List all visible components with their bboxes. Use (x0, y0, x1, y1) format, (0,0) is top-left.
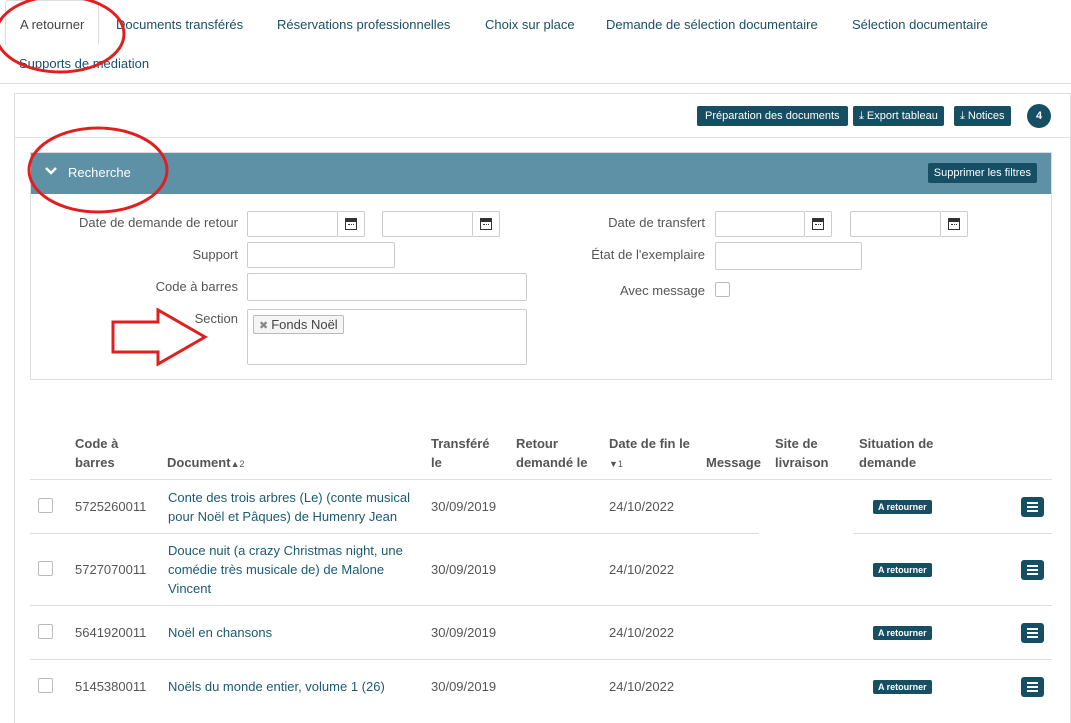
date-demande-retour-label: Date de demande de retour (79, 215, 238, 230)
row-divider (30, 659, 1052, 660)
row-date-fin: 24/10/2022 (609, 499, 675, 514)
date-picker-button[interactable] (941, 211, 968, 237)
date-transfert-from-input[interactable] (715, 211, 805, 237)
export-tableau-button[interactable]: ⤓ Export tableau (853, 106, 944, 126)
document-link[interactable]: Noëls du monde entier, volume 1 (26) (168, 677, 385, 696)
calendar-icon (812, 218, 824, 230)
download-icon: ⤓ (859, 110, 864, 122)
remove-icon[interactable]: ✖ (259, 320, 268, 332)
tab-reservations-professionnelles[interactable]: Réservations professionnelles (277, 17, 450, 32)
calendar-icon (948, 218, 960, 230)
row-checkbox[interactable] (38, 678, 53, 693)
document-link[interactable]: Noël en chansons (168, 623, 272, 642)
tab-choix-sur-place[interactable]: Choix sur place (485, 17, 575, 32)
header-situation-demande[interactable]: Situation de demande (859, 434, 933, 472)
tab-bar: A retourner Documents transférés Réserva… (0, 0, 1071, 84)
status-badge: A retourner (873, 563, 932, 577)
code-barres-label: Code à barres (155, 279, 238, 294)
row-menu-button[interactable] (1021, 497, 1044, 517)
chevron-down-icon (45, 165, 57, 179)
row-code: 5145380011 (75, 679, 147, 694)
row-transfere: 30/09/2019 (431, 499, 497, 514)
search-header[interactable]: Recherche Supprimer les filtres (31, 153, 1051, 194)
row-menu-button[interactable] (1021, 677, 1044, 697)
row-transfere: 30/09/2019 (431, 562, 497, 577)
status-badge: A retourner (873, 626, 932, 640)
result-count-badge: 4 (1027, 104, 1051, 128)
toolbar-divider (15, 137, 1070, 138)
header-code-barres[interactable]: Code à barres (75, 434, 118, 472)
calendar-icon (480, 218, 492, 230)
row-divider (853, 533, 1052, 534)
row-divider (30, 533, 759, 534)
row-menu-button[interactable] (1021, 623, 1044, 643)
status-badge: A retourner (873, 500, 932, 514)
status-badge: A retourner (873, 680, 932, 694)
document-link[interactable]: Conte des trois arbres (Le) (conte music… (168, 488, 410, 526)
etat-exemplaire-input[interactable] (715, 242, 862, 270)
header-site-livraison[interactable]: Site de livraison (775, 434, 828, 472)
row-checkbox[interactable] (38, 561, 53, 576)
header-message[interactable]: Message (706, 453, 761, 472)
clear-filters-button[interactable]: Supprimer les filtres (927, 163, 1037, 183)
date-demande-retour-to-input[interactable] (382, 211, 473, 237)
support-label: Support (192, 247, 238, 262)
header-document[interactable]: Document▲2 (167, 453, 245, 474)
row-transfere: 30/09/2019 (431, 625, 497, 640)
date-transfert-to-input[interactable] (850, 211, 941, 237)
row-date-fin: 24/10/2022 (609, 562, 675, 577)
section-label: Section (194, 311, 238, 326)
preparation-documents-button[interactable]: Préparation des documents (697, 106, 848, 126)
tab-documents-transferes[interactable]: Documents transférés (116, 17, 243, 32)
date-picker-button[interactable] (338, 211, 365, 237)
row-menu-button[interactable] (1021, 560, 1044, 580)
calendar-icon (345, 218, 357, 230)
date-transfert-label: Date de transfert (608, 215, 705, 230)
date-picker-button[interactable] (805, 211, 832, 237)
header-date-fin[interactable]: Date de fin le ▼1 (609, 434, 690, 474)
notices-button[interactable]: ⤓ Notices (954, 106, 1011, 126)
header-divider (30, 479, 1052, 480)
row-checkbox[interactable] (38, 624, 53, 639)
tab-a-retourner[interactable]: A retourner (5, 0, 100, 45)
row-divider (30, 605, 1052, 606)
download-icon: ⤓ (960, 110, 965, 122)
date-picker-button[interactable] (473, 211, 500, 237)
code-barres-input[interactable] (247, 273, 527, 301)
search-panel: Recherche Supprimer les filtres Date de … (30, 152, 1052, 380)
row-transfere: 30/09/2019 (431, 679, 497, 694)
row-code: 5727070011 (75, 562, 147, 577)
row-checkbox[interactable] (38, 498, 53, 513)
avec-message-checkbox[interactable] (715, 282, 730, 297)
tab-selection-documentaire[interactable]: Sélection documentaire (852, 17, 988, 32)
document-link[interactable]: Douce nuit (a crazy Christmas night, une… (168, 541, 403, 598)
sort-down-icon: ▼ (609, 459, 618, 469)
section-multiselect[interactable]: ✖ Fonds Noël (247, 309, 527, 365)
etat-exemplaire-label: État de l'exemplaire (591, 247, 705, 262)
tab-demande-selection-documentaire[interactable]: Demande de sélection documentaire (606, 17, 818, 32)
header-transfere[interactable]: Transféré le (431, 434, 490, 472)
row-code: 5641920011 (75, 625, 147, 640)
row-date-fin: 24/10/2022 (609, 625, 675, 640)
row-date-fin: 24/10/2022 (609, 679, 675, 694)
date-demande-retour-from-input[interactable] (247, 211, 338, 237)
avec-message-label: Avec message (619, 283, 705, 298)
header-retour-demande[interactable]: Retour demandé le (516, 434, 588, 472)
search-title: Recherche (68, 165, 131, 180)
tab-supports-de-mediation[interactable]: Supports de médiation (19, 56, 149, 71)
main-panel: Préparation des documents ⤓ Export tablea… (14, 93, 1071, 723)
row-code: 5725260011 (75, 499, 147, 514)
section-chip[interactable]: ✖ Fonds Noël (253, 315, 344, 334)
support-input[interactable] (247, 242, 395, 268)
